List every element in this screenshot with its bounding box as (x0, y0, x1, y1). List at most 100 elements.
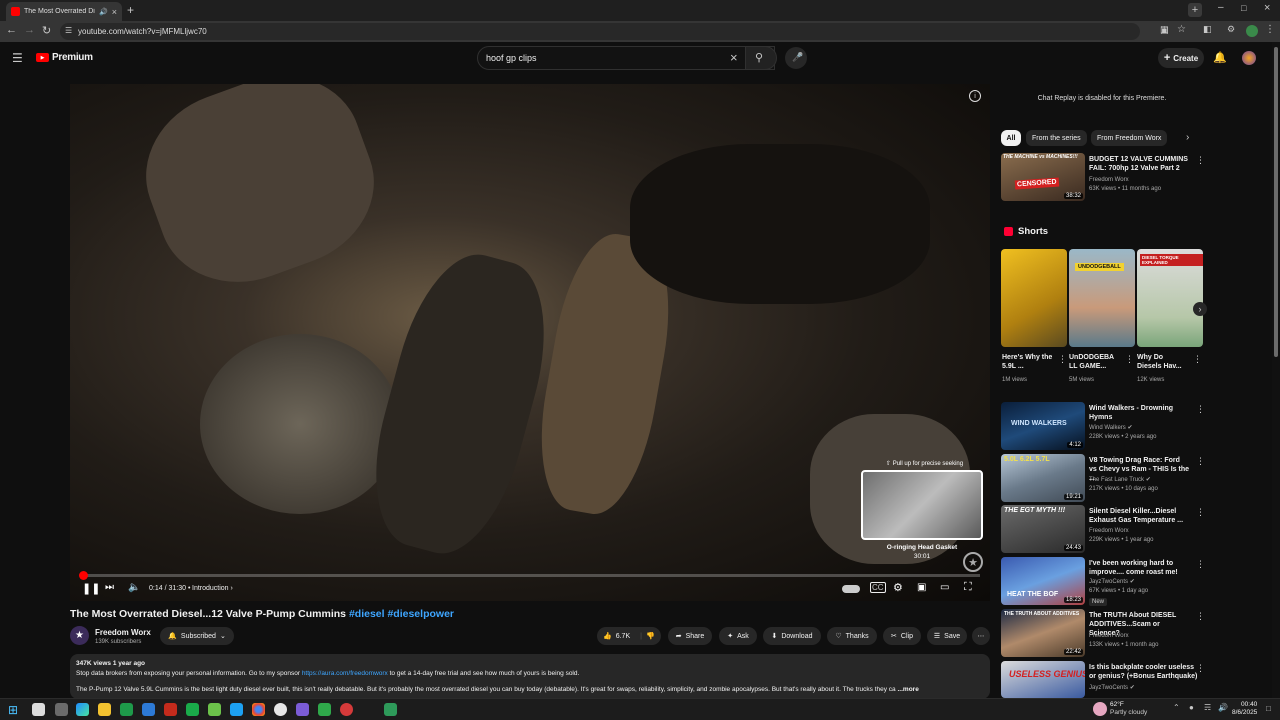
clock[interactable]: 00:40 8/6/2025 (1232, 701, 1257, 717)
twitter-icon[interactable] (230, 703, 243, 716)
short-thumbnail[interactable] (1001, 249, 1067, 347)
site-info-icon[interactable]: ☰ (65, 26, 72, 35)
notification-center-icon[interactable]: □ (1266, 704, 1271, 713)
captions-icon[interactable]: CC (870, 582, 886, 593)
more-vertical-icon[interactable]: ⋮ (1196, 611, 1205, 622)
sponsor-link[interactable]: https://aura.com/freedomworx (302, 670, 388, 677)
tray-chevron-icon[interactable]: ⌃ (1173, 703, 1180, 712)
short-thumbnail[interactable]: UNDODGEBALL (1069, 249, 1135, 347)
new-tab-plus-icon[interactable]: + (1188, 3, 1202, 17)
save-button[interactable]: ☰ Save (927, 627, 967, 645)
more-vertical-icon[interactable]: ⋮ (1196, 456, 1205, 467)
copilot-icon[interactable] (76, 703, 89, 716)
widgets-icon[interactable] (55, 703, 68, 716)
settings-gear-icon[interactable]: ⚙ (893, 581, 903, 594)
pause-icon[interactable]: ❚❚ (82, 582, 100, 595)
hamburger-menu-icon[interactable]: ☰ (12, 51, 23, 65)
related-video-title[interactable]: Is this backplate cooler useless or geni… (1089, 663, 1201, 681)
hashtags[interactable]: #diesel #dieselpower (349, 608, 454, 620)
more-vertical-icon[interactable]: ⋮ (1125, 354, 1134, 365)
search-input[interactable]: hoof gp clips × (477, 46, 775, 70)
close-tab-icon[interactable]: × (112, 7, 117, 17)
fullscreen-icon[interactable]: ⛶ (964, 581, 972, 594)
more-vertical-icon[interactable]: ⋮ (1196, 559, 1205, 570)
more-vertical-icon[interactable]: ⋮ (1193, 354, 1202, 365)
related-video-title[interactable]: BUDGET 12 VALVE CUMMINS FAIL: 700hp 12 V… (1089, 155, 1189, 173)
sidebar-icon[interactable]: ◧ (1203, 24, 1212, 35)
voice-search-button[interactable]: 🎤 (785, 47, 807, 69)
adobe-icon[interactable] (164, 703, 177, 716)
weather-icon[interactable] (1093, 702, 1107, 716)
chrome-icon[interactable] (252, 703, 265, 716)
related-video-channel[interactable]: Freedom Worx (1089, 527, 1129, 536)
related-video-thumbnail[interactable]: THE TRUTH ABOUT ADDITIVES 22:42 (1001, 609, 1085, 657)
search-button[interactable]: ⚲ (745, 46, 777, 70)
bookmark-star-icon[interactable]: ☆ (1177, 24, 1186, 35)
info-icon[interactable]: i (969, 90, 981, 102)
description-box[interactable]: 347K views 1 year ago Stop data brokers … (70, 654, 990, 699)
related-video-thumbnail[interactable]: USELESS GENIUS (1001, 661, 1085, 698)
more-actions-button[interactable]: ⋯ (972, 627, 990, 645)
next-video-icon[interactable]: ⏭ (105, 582, 114, 593)
forward-icon[interactable]: → (24, 24, 35, 36)
android-icon[interactable] (208, 703, 221, 716)
miniplayer-icon[interactable]: ▣ (917, 582, 926, 593)
related-video-channel[interactable]: Wind Walkers ✔ (1089, 424, 1133, 433)
related-video-title[interactable]: Wind Walkers - Drowning Hymns (1089, 404, 1189, 422)
related-video-thumbnail[interactable]: THE EGT MYTH !!! 24:43 (1001, 505, 1085, 553)
page-scrollbar[interactable] (1272, 42, 1280, 698)
related-video-thumbnail[interactable]: HEAT THE BOF 18:23 (1001, 557, 1085, 605)
task-view-icon[interactable] (32, 703, 45, 716)
weather-widget[interactable]: 62°F Partly cloudy (1110, 701, 1147, 717)
windows-start-icon[interactable]: ⊞ (8, 703, 18, 717)
short-title[interactable]: Why Do Diesels Hav... (1137, 353, 1189, 371)
channel-watermark-icon[interactable]: ★ (963, 552, 983, 572)
app-icon[interactable] (318, 703, 331, 716)
create-button[interactable]: + Create (1158, 48, 1204, 68)
extensions-icon[interactable]: ⚙ (1227, 24, 1235, 35)
short-title[interactable]: Here's Why the 5.9L ... (1002, 353, 1054, 371)
related-video-thumbnail[interactable]: 5.0L 6.2L 5.7L 19:21 (1001, 454, 1085, 502)
wifi-icon[interactable]: ☴ (1204, 703, 1211, 712)
chip-from-the-series[interactable]: From the series (1026, 130, 1087, 146)
chevron-right-icon[interactable]: › (1186, 132, 1189, 143)
profile-avatar[interactable] (1246, 25, 1258, 37)
app-icon[interactable] (296, 703, 309, 716)
browser-tab[interactable]: The Most Overrated Diesel... 🔊 × (6, 2, 122, 21)
related-video-title[interactable]: Silent Diesel Killer...Diesel Exhaust Ga… (1089, 507, 1189, 525)
new-tab-icon[interactable]: + (127, 3, 134, 17)
channel-avatar[interactable]: ★ (70, 626, 89, 645)
subscribed-button[interactable]: 🔔 Subscribed ⌄ (160, 627, 234, 645)
browser-menu-icon[interactable]: ⋮ (1265, 24, 1275, 35)
maximize-icon[interactable]: □ (1241, 3, 1246, 13)
autoplay-toggle[interactable] (842, 585, 860, 593)
install-app-icon[interactable]: ◫ (1160, 24, 1169, 35)
scrollbar-thumb[interactable] (1274, 47, 1278, 357)
ask-button[interactable]: ✦ Ask (719, 627, 757, 645)
related-video-thumbnail[interactable]: WIND WALKERS 4:12 (1001, 402, 1085, 450)
youtube-logo[interactable]: ▶ Premium (36, 52, 93, 63)
share-button[interactable]: ➦ Share (668, 627, 712, 645)
more-vertical-icon[interactable]: ⋮ (1196, 155, 1205, 166)
more-link[interactable]: ...more (898, 686, 919, 693)
app-icon[interactable] (274, 703, 287, 716)
minimize-icon[interactable]: – (1218, 2, 1224, 13)
chip-from-freedom-worx[interactable]: From Freedom Worx (1091, 130, 1168, 146)
more-vertical-icon[interactable]: ⋮ (1196, 404, 1205, 415)
more-vertical-icon[interactable]: ⋮ (1058, 354, 1067, 365)
clear-search-icon[interactable]: × (730, 50, 738, 65)
theater-mode-icon[interactable]: ▭ (940, 582, 949, 593)
channel-name[interactable]: Freedom Worx (95, 628, 151, 637)
file-explorer-icon[interactable] (98, 703, 111, 716)
clip-button[interactable]: ✂ Clip (883, 627, 921, 645)
short-title[interactable]: UnDODGEBA LL GAME... (1069, 353, 1121, 371)
thanks-button[interactable]: ♡ Thanks (827, 627, 877, 645)
video-player[interactable]: i ⇧ Pull up for precise seeking O-ringin… (70, 84, 990, 601)
short-thumbnail[interactable]: DIESEL TORQUE EXPLAINED (1137, 249, 1203, 347)
related-video-title[interactable]: I've been working hard to improve.... co… (1089, 559, 1189, 577)
like-button[interactable]: 👍 (603, 632, 612, 640)
shorts-next-icon[interactable]: › (1193, 302, 1207, 316)
reload-icon[interactable]: ↻ (42, 24, 51, 37)
sheets-icon[interactable] (186, 703, 199, 716)
back-icon[interactable]: ← (6, 24, 17, 36)
